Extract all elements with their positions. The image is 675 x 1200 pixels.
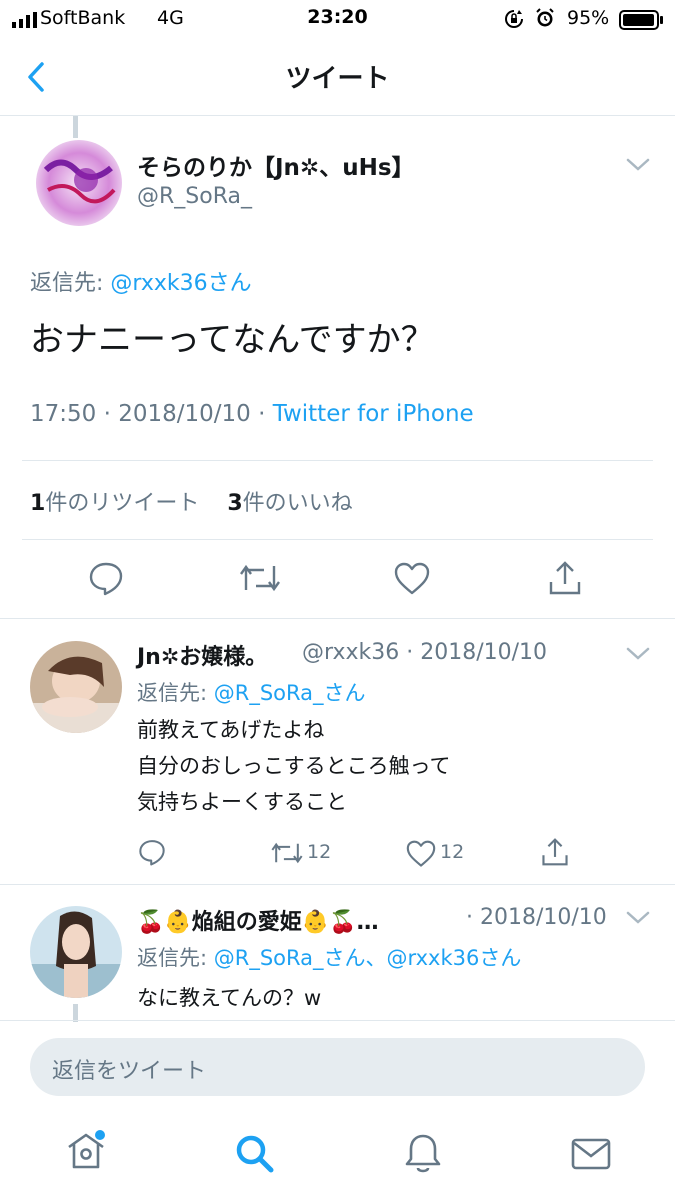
page-title: ツイート — [285, 64, 390, 94]
reply-text-line: 自分のおしっこするところ触って — [137, 754, 451, 778]
tweet-meta: 17:50 · 2018/10/10 · Twitter for iPhone — [30, 401, 474, 427]
share-icon[interactable] — [541, 837, 569, 867]
author-handle[interactable]: @R_SoRa_ — [137, 184, 252, 209]
search-icon[interactable] — [234, 1133, 276, 1175]
tweet-text: おナニーってなんですか？ — [30, 320, 435, 360]
tweet-timestamp: 17:50 · 2018/10/10 · — [30, 401, 273, 427]
notifications-icon[interactable] — [403, 1131, 443, 1175]
like-icon[interactable] — [406, 840, 436, 868]
retweet-icon[interactable] — [238, 562, 282, 594]
avatar[interactable] — [30, 906, 122, 998]
reply-handle-date: @rxxk36 · 2018/10/10 — [302, 640, 548, 665]
messages-icon[interactable] — [571, 1137, 611, 1171]
reply-text: なに教えてんの？w — [137, 986, 322, 1010]
reply-text-line: 前教えてあげたよね — [137, 718, 325, 742]
like-count: 3 — [227, 491, 243, 516]
thread-line — [73, 116, 78, 138]
battery-percent: 95% — [567, 7, 610, 29]
status-bar: SoftBank 4G 23:20 95% — [0, 0, 675, 38]
nav-bar: ツイート — [0, 38, 675, 116]
retweet-icon[interactable] — [270, 840, 304, 866]
like-label: 件のいいね — [242, 491, 353, 516]
reply-icon[interactable] — [88, 560, 124, 596]
divider — [0, 618, 675, 619]
chevron-down-icon[interactable] — [626, 157, 650, 173]
like-icon[interactable] — [394, 562, 430, 596]
reply-compose-input[interactable]: 返信をツイート — [30, 1038, 645, 1096]
divider — [22, 460, 653, 461]
avatar[interactable] — [36, 140, 122, 226]
retweet-count: 12 — [307, 841, 332, 863]
avatar[interactable] — [30, 641, 122, 733]
reply-author-name[interactable]: 🍒👶焔組の愛姫👶🍒… — [137, 904, 379, 936]
reply-icon[interactable] — [138, 838, 166, 866]
battery-icon — [619, 10, 665, 30]
chevron-down-icon[interactable] — [626, 646, 650, 662]
author-name[interactable]: そらのりか【Jn✲、uHs】 — [137, 148, 415, 182]
retweet-stat[interactable]: 1件のリツイート — [30, 491, 199, 516]
like-count: 12 — [440, 841, 465, 863]
reply-label: 返信先: — [137, 681, 214, 705]
tweet-stats: 1件のリツイート 3件のいいね — [30, 485, 353, 517]
tab-bar — [0, 1115, 675, 1200]
divider — [0, 884, 675, 885]
reply-label: 返信先: — [30, 271, 111, 296]
reply-context: 返信先: @R_SoRa_さん、@rxxk36さん — [137, 942, 521, 972]
divider — [22, 539, 653, 540]
reply-context: 返信先: @R_SoRa_さん — [137, 677, 366, 707]
chevron-down-icon[interactable] — [626, 910, 650, 926]
reply-date: · 2018/10/10 — [466, 905, 607, 930]
like-stat[interactable]: 3件のいいね — [227, 491, 352, 516]
reply-mention-link[interactable]: @rxxk36さん — [110, 271, 251, 296]
alarm-icon — [535, 8, 555, 29]
reply-label: 返信先: — [137, 946, 214, 970]
rotation-lock-icon — [504, 9, 524, 29]
share-icon[interactable] — [548, 560, 582, 596]
reply-author-name[interactable]: Jn✲お嬢様。 — [137, 639, 267, 671]
reply-mention-link[interactable]: @R_SoRa_さん、@rxxk36さん — [214, 946, 522, 970]
reply-text: 前教えてあげたよね 自分のおしっこするところ触って 気持ちよーくすること — [137, 712, 451, 820]
retweet-count: 1 — [30, 491, 46, 516]
reply-text-line: 気持ちよーくすること — [137, 790, 347, 814]
client-link[interactable]: Twitter for iPhone — [273, 401, 474, 427]
reply-mention-link[interactable]: @R_SoRa_さん — [214, 681, 366, 705]
retweet-label: 件のリツイート — [45, 491, 200, 516]
compose-placeholder: 返信をツイート — [52, 1059, 207, 1084]
divider — [0, 1020, 675, 1021]
home-icon[interactable] — [64, 1129, 108, 1173]
reply-context: 返信先: @rxxk36さん — [30, 265, 252, 297]
